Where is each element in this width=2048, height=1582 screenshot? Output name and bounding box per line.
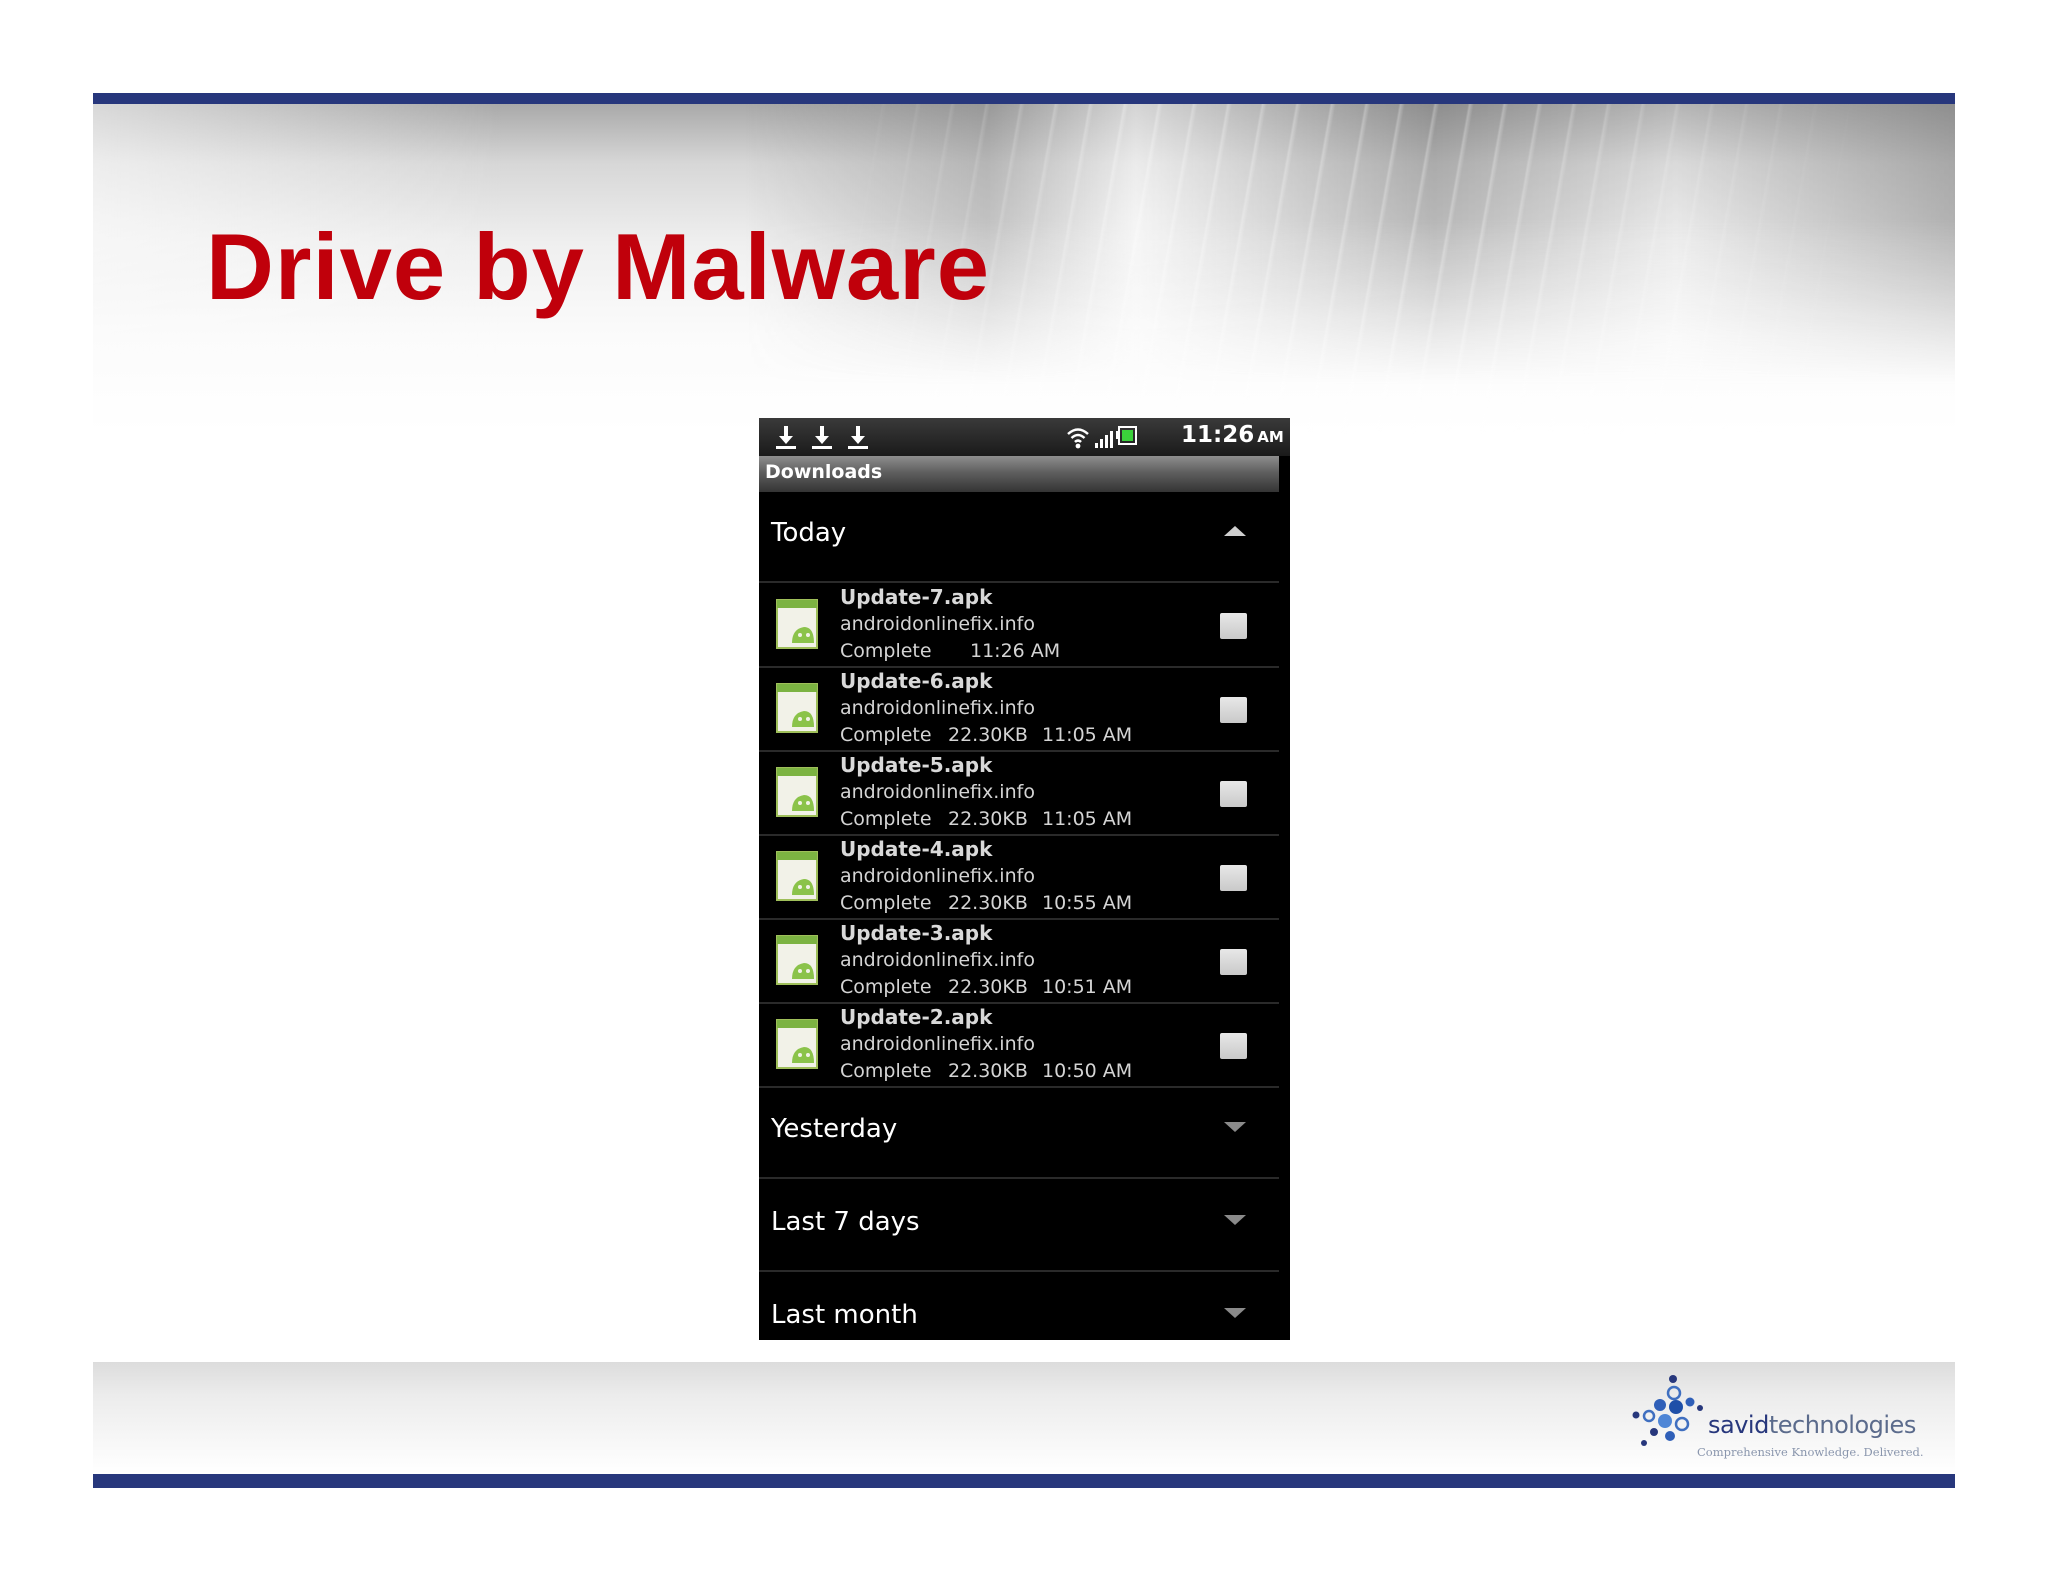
apk-file-icon bbox=[776, 599, 818, 649]
download-time: 11:05 AM bbox=[1042, 808, 1133, 830]
download-time: 11:05 AM bbox=[1042, 724, 1133, 746]
battery-icon bbox=[1116, 426, 1137, 445]
download-checkbox[interactable] bbox=[1220, 949, 1247, 975]
wifi-signal-battery-icons bbox=[1067, 426, 1137, 449]
apk-file-icon bbox=[776, 935, 818, 985]
slide-title: Drive by Malware bbox=[206, 214, 991, 319]
download-checkbox[interactable] bbox=[1220, 697, 1247, 723]
download-name: Update-3.apk bbox=[840, 921, 993, 945]
group-header-today[interactable]: Today bbox=[759, 492, 1279, 582]
download-size: 22.30KB bbox=[948, 724, 1028, 746]
download-item[interactable]: Update-2.apk androidonlinefix.info Compl… bbox=[759, 1003, 1279, 1086]
download-name: Update-4.apk bbox=[840, 837, 993, 861]
screen-title-bar: Downloads bbox=[759, 456, 1279, 492]
status-clock: 11:26 AM bbox=[1181, 422, 1284, 448]
download-source: androidonlinefix.info bbox=[840, 613, 1035, 635]
download-icon bbox=[848, 426, 868, 449]
divider bbox=[759, 1270, 1279, 1272]
download-name: Update-7.apk bbox=[840, 585, 993, 609]
screen-title: Downloads bbox=[765, 461, 883, 483]
download-source: androidonlinefix.info bbox=[840, 1033, 1035, 1055]
download-name: Update-6.apk bbox=[840, 669, 993, 693]
logo-word-bold: savid bbox=[1708, 1411, 1769, 1439]
download-checkbox[interactable] bbox=[1220, 1033, 1247, 1059]
top-accent-bar bbox=[93, 93, 1955, 104]
group-label-last-7-days: Last 7 days bbox=[771, 1207, 920, 1237]
signal-icon bbox=[1095, 431, 1113, 448]
download-source: androidonlinefix.info bbox=[840, 697, 1035, 719]
download-time: 10:51 AM bbox=[1042, 976, 1133, 998]
download-size: 22.30KB bbox=[948, 892, 1028, 914]
download-status: Complete bbox=[840, 892, 932, 914]
download-status: Complete bbox=[840, 724, 932, 746]
download-name: Update-5.apk bbox=[840, 753, 993, 777]
group-label-last-month: Last month bbox=[771, 1300, 918, 1330]
clock-ampm: AM bbox=[1257, 428, 1284, 446]
slide: Drive by Malware 11:26 AM Downloads Toda… bbox=[0, 0, 2048, 1582]
download-checkbox[interactable] bbox=[1220, 781, 1247, 807]
bottom-accent-bar bbox=[93, 1474, 1955, 1488]
group-header-last-month[interactable]: Last month bbox=[759, 1274, 1279, 1340]
download-status: Complete bbox=[840, 640, 932, 662]
download-item[interactable]: Update-4.apk androidonlinefix.info Compl… bbox=[759, 835, 1279, 918]
apk-file-icon bbox=[776, 1019, 818, 1069]
download-size: 22.30KB bbox=[948, 1060, 1028, 1082]
download-source: androidonlinefix.info bbox=[840, 865, 1035, 887]
apk-file-icon bbox=[776, 683, 818, 733]
logo-word-rest: technologies bbox=[1768, 1411, 1917, 1439]
clock-time: 11:26 bbox=[1181, 422, 1255, 448]
logo-tagline: Comprehensive Knowledge. Delivered. bbox=[1697, 1445, 1924, 1459]
apk-file-icon bbox=[776, 767, 818, 817]
download-name: Update-2.apk bbox=[840, 1005, 993, 1029]
status-bar: 11:26 AM bbox=[759, 418, 1290, 456]
group-label-today: Today bbox=[771, 518, 847, 548]
download-item[interactable]: Update-6.apk androidonlinefix.info Compl… bbox=[759, 667, 1279, 750]
chevron-up-icon[interactable] bbox=[1222, 524, 1248, 538]
download-source: androidonlinefix.info bbox=[840, 781, 1035, 803]
download-item[interactable]: Update-7.apk androidonlinefix.info Compl… bbox=[759, 583, 1279, 666]
divider bbox=[759, 1177, 1279, 1179]
group-label-yesterday: Yesterday bbox=[771, 1114, 898, 1144]
download-icon bbox=[776, 426, 796, 449]
apk-file-icon bbox=[776, 851, 818, 901]
download-status: Complete bbox=[840, 976, 932, 998]
phone-screenshot: 11:26 AM Downloads Today Update-7.apk and… bbox=[759, 418, 1290, 1340]
group-header-yesterday[interactable]: Yesterday bbox=[759, 1088, 1279, 1178]
download-status: Complete bbox=[840, 1060, 932, 1082]
download-item[interactable]: Update-3.apk androidonlinefix.info Compl… bbox=[759, 919, 1279, 1002]
download-source: androidonlinefix.info bbox=[840, 949, 1035, 971]
download-checkbox[interactable] bbox=[1220, 613, 1247, 639]
chevron-down-icon[interactable] bbox=[1222, 1213, 1248, 1227]
wifi-icon bbox=[1067, 428, 1089, 443]
download-time: 10:50 AM bbox=[1042, 1060, 1133, 1082]
company-logo: savidtechnologies Comprehensive Knowledg… bbox=[1630, 1372, 1924, 1462]
chevron-down-icon[interactable] bbox=[1222, 1306, 1248, 1320]
download-size: 22.30KB bbox=[948, 808, 1028, 830]
molecule-logo-icon bbox=[1632, 1375, 1703, 1446]
download-checkbox[interactable] bbox=[1220, 865, 1247, 891]
download-time: 10:55 AM bbox=[1042, 892, 1133, 914]
group-header-last-7-days[interactable]: Last 7 days bbox=[759, 1181, 1279, 1271]
logo-wordmark: savidtechnologies bbox=[1708, 1411, 1916, 1439]
download-time: 11:26 AM bbox=[970, 640, 1061, 662]
download-status: Complete bbox=[840, 808, 932, 830]
download-size: 22.30KB bbox=[948, 976, 1028, 998]
download-item[interactable]: Update-5.apk androidonlinefix.info Compl… bbox=[759, 751, 1279, 834]
chevron-down-icon[interactable] bbox=[1222, 1120, 1248, 1134]
download-icon bbox=[812, 426, 832, 449]
